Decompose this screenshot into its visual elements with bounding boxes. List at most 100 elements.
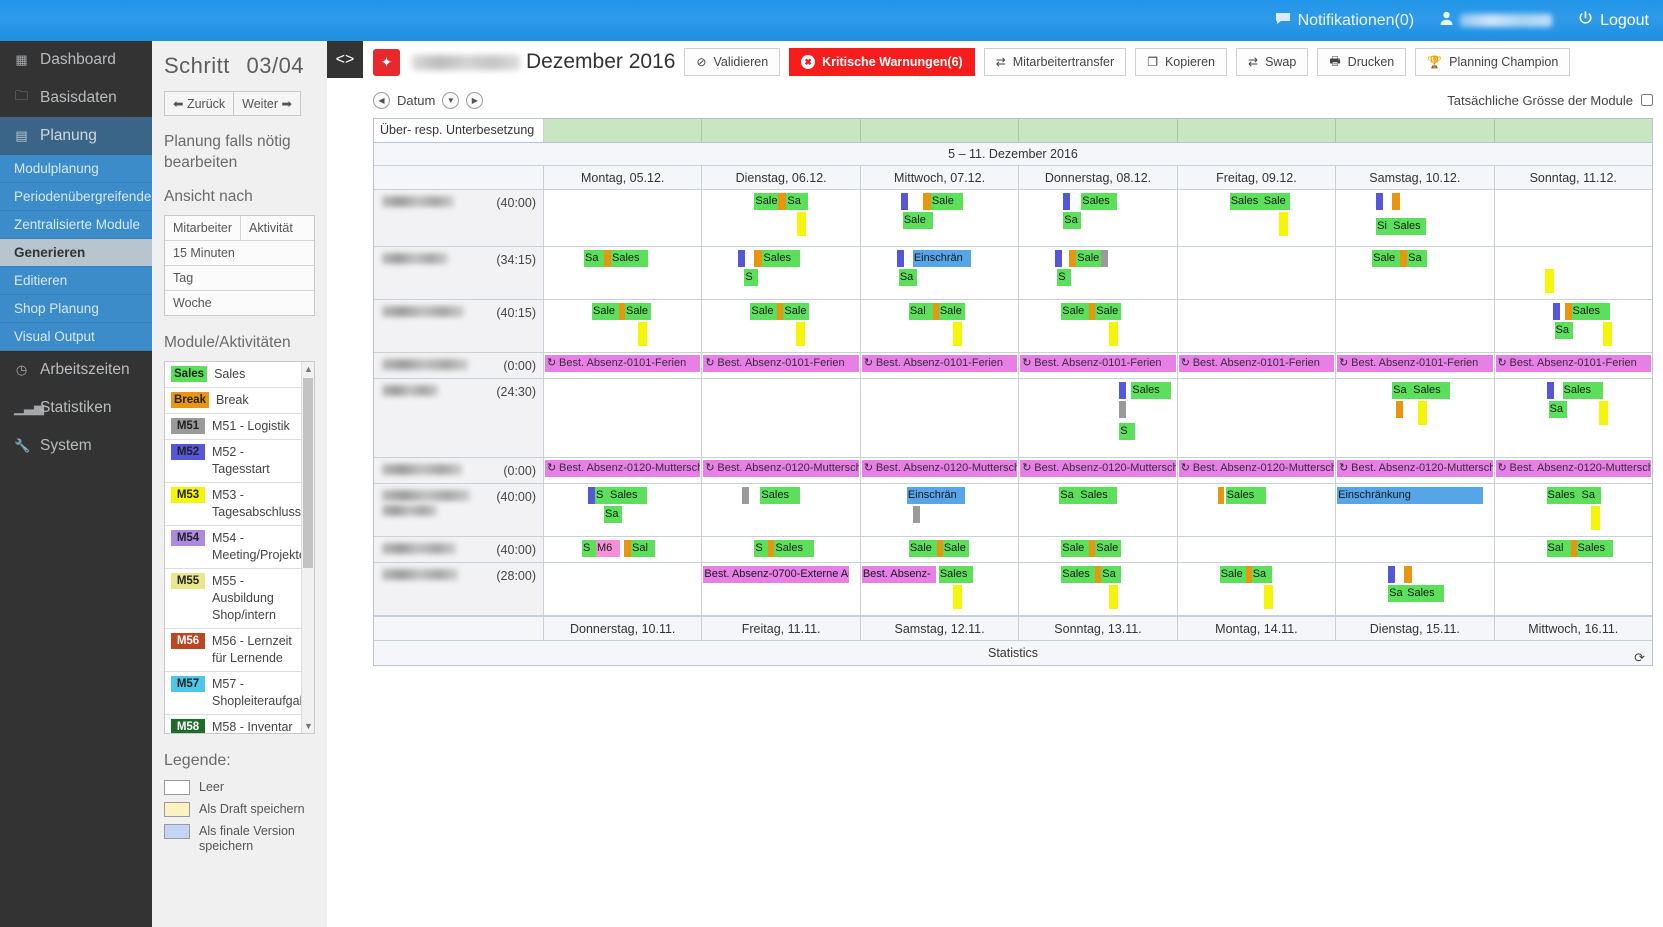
schedule-day-cell[interactable]: Einschränkung	[1336, 484, 1494, 536]
schedule-block[interactable]	[901, 193, 908, 210]
schedule-day-cell[interactable]	[1336, 537, 1494, 562]
schedule-day-cell[interactable]: SalesS	[1019, 379, 1177, 457]
absence-block[interactable]: Best. Absenz-0101-Ferien	[1020, 355, 1175, 372]
sidebar-item-statistiken[interactable]: ▁▃▅ Statistiken	[0, 389, 152, 427]
absence-block[interactable]: Best. Absenz-0120-Mutterschaft	[862, 460, 1017, 477]
schedule-day-cell[interactable]: SaSales	[1336, 563, 1494, 615]
schedule-block[interactable]: Sale	[1076, 250, 1101, 267]
schedule-block[interactable]	[913, 506, 920, 523]
date-label[interactable]: Datum	[397, 93, 435, 108]
schedule-block[interactable]	[738, 250, 745, 267]
schedule-block[interactable]	[953, 585, 962, 609]
sidebar-item-system[interactable]: 🔧 System	[0, 427, 152, 465]
schedule-day-cell[interactable]: SalesSa	[1495, 300, 1652, 352]
schedule-block[interactable]: Sale	[592, 303, 619, 320]
coverage-cell[interactable]	[544, 119, 702, 142]
schedule-block[interactable]: Sales	[611, 250, 648, 267]
gear-icon[interactable]: ✦	[373, 49, 400, 76]
absence-block[interactable]: Best. Absenz-0120-Mutterschaft	[1020, 460, 1175, 477]
absence-block[interactable]: Best. Absenz-0120-Mutterschaft	[545, 460, 700, 477]
schedule-block[interactable]: Sale	[939, 303, 965, 320]
coverage-cell[interactable]	[1336, 119, 1494, 142]
schedule-day-cell[interactable]: Best. Absenz-0120-Mutterschaft	[1178, 458, 1336, 483]
coverage-cell[interactable]	[1019, 119, 1177, 142]
employee-name-cell[interactable]: (0:00)	[374, 458, 544, 483]
schedule-block[interactable]: S	[595, 487, 609, 504]
schedule-day-cell[interactable]: SalesS	[702, 247, 860, 299]
schedule-block[interactable]: Sale	[750, 303, 777, 320]
refresh-icon[interactable]: ⟳	[1634, 645, 1645, 670]
schedule-day-cell[interactable]	[1495, 563, 1652, 615]
coverage-cell[interactable]	[1495, 119, 1652, 142]
schedule-day-cell[interactable]: Best. Absenz-0101-Ferien	[861, 353, 1019, 378]
schedule-block[interactable]	[797, 212, 806, 236]
schedule-day-cell[interactable]: Best. Absenz-0700-Externe Ausbild	[702, 563, 860, 615]
view-option-aktivitaet[interactable]: Aktivität	[240, 216, 314, 240]
schedule-block[interactable]: Sa	[786, 193, 808, 210]
schedule-block[interactable]	[953, 322, 962, 346]
schedule-block[interactable]: Sales	[1392, 218, 1426, 235]
schedule-block[interactable]: Sales	[774, 540, 814, 557]
schedule-day-cell[interactable]: SaSales	[544, 247, 702, 299]
schedule-block[interactable]: Sale	[1095, 303, 1121, 320]
absence-block[interactable]: Best. Absenz-0120-Mutterschaft	[1179, 460, 1334, 477]
schedule-block[interactable]	[1069, 250, 1076, 267]
sidebar-item-basisdaten[interactable]: 🗀 Basisdaten	[0, 79, 152, 117]
schedule-block[interactable]: Sa	[1252, 566, 1272, 583]
schedule-block[interactable]: Sale	[943, 540, 969, 557]
absence-block[interactable]: Best. Absenz-0120-Mutterschaft	[703, 460, 858, 477]
back-button[interactable]: ⬅ Zurück	[164, 91, 234, 116]
module-list-item[interactable]: BreakBreak	[165, 388, 314, 414]
schedule-day-cell[interactable]: SaSales	[1336, 379, 1494, 457]
schedule-block[interactable]	[1101, 250, 1108, 267]
schedule-block[interactable]: S	[1119, 423, 1135, 440]
schedule-block[interactable]	[1376, 193, 1383, 210]
absence-block[interactable]: Best. Absenz-0101-Ferien	[862, 355, 1017, 372]
sidebar-item-arbeitszeiten[interactable]: ◷ Arbeitszeiten	[0, 351, 152, 389]
schedule-block[interactable]	[1264, 585, 1273, 609]
schedule-block[interactable]: Sales	[1577, 540, 1613, 557]
module-list-item[interactable]: SalesSales	[165, 362, 314, 388]
absence-block[interactable]: Best. Absenz-0120-Mutterschaft	[1496, 460, 1651, 477]
schedule-block[interactable]: Sale	[903, 212, 933, 229]
schedule-day-cell[interactable]	[1178, 379, 1336, 457]
schedule-block[interactable]: Sa	[604, 506, 622, 523]
schedule-block[interactable]: Sa	[1101, 566, 1121, 583]
schedule-block[interactable]: Sa	[1063, 212, 1081, 229]
schedule-block[interactable]: Sales	[1061, 566, 1095, 583]
schedule-day-cell[interactable]: Best. Absenz-0101-Ferien	[702, 353, 860, 378]
schedule-day-cell[interactable]: SalesSa	[1495, 379, 1652, 457]
schedule-day-cell[interactable]	[702, 379, 860, 457]
schedule-block[interactable]: Sale	[1095, 540, 1121, 557]
employee-name-cell[interactable]: (24:30)	[374, 379, 544, 457]
schedule-block[interactable]	[1603, 322, 1612, 346]
schedule-day-cell[interactable]: Best. Absenz-0120-Mutterschaft	[861, 458, 1019, 483]
schedule-block[interactable]: Einschränkung	[1337, 487, 1483, 504]
schedule-block[interactable]: Sa	[1407, 250, 1427, 267]
schedule-day-cell[interactable]: SaleS	[1019, 247, 1177, 299]
toolbar-button-mitarbeitertransfer[interactable]: ⇄Mitarbeitertransfer	[984, 48, 1127, 76]
coverage-cell[interactable]	[1178, 119, 1336, 142]
employee-name-cell[interactable]: (40:00)	[374, 190, 544, 246]
sidebar-item-shop-planung[interactable]: Shop Planung	[0, 295, 152, 323]
scroll-down-icon[interactable]: ▼	[304, 721, 313, 731]
schedule-block[interactable]: Sales	[760, 487, 800, 504]
schedule-block[interactable]	[897, 250, 904, 267]
coverage-cell[interactable]	[702, 119, 860, 142]
schedule-block[interactable]: S	[744, 269, 758, 286]
schedule-block[interactable]	[1055, 250, 1062, 267]
absence-block[interactable]: Best. Absenz-0101-Ferien	[703, 355, 858, 372]
schedule-block[interactable]: Sales	[1547, 487, 1581, 504]
sidebar-item-periodenuebergreifende[interactable]: Periodenübergreifende	[0, 183, 152, 211]
module-list[interactable]: SalesSalesBreakBreakM51M51 - LogistikM52…	[164, 361, 315, 734]
schedule-block[interactable]: M6	[596, 540, 620, 557]
schedule-block[interactable]	[1547, 382, 1554, 399]
schedule-day-cell[interactable]: SaleSale	[702, 300, 860, 352]
module-list-item[interactable]: M52M52 - Tagesstart	[165, 440, 314, 483]
coverage-cell[interactable]	[861, 119, 1019, 142]
schedule-day-cell[interactable]: Best. Absenz-0101-Ferien	[544, 353, 702, 378]
sidebar-item-planung[interactable]: ▤ Planung	[0, 117, 152, 155]
chevron-down-circle-icon[interactable]: ▼	[442, 92, 459, 109]
module-list-item[interactable]: M58M58 - Inventar	[165, 715, 314, 734]
schedule-day-cell[interactable]: SalSale	[861, 300, 1019, 352]
